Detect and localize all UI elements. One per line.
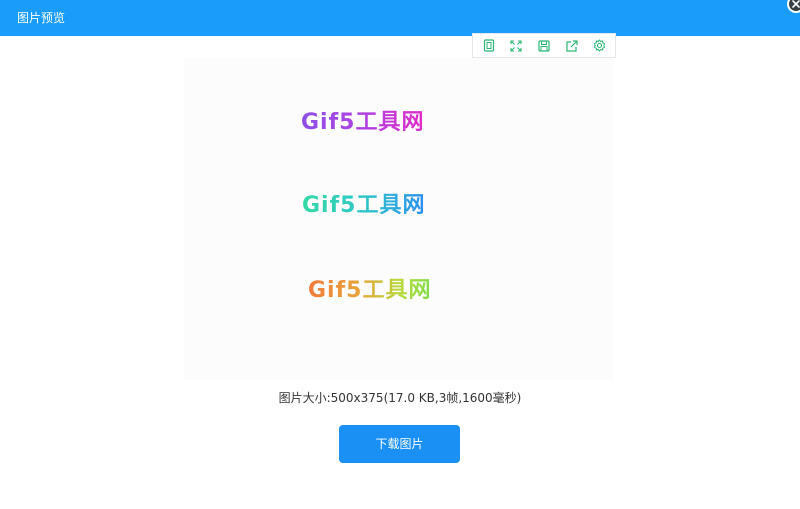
dialog-header: 图片预览 [0, 0, 800, 36]
settings-icon [593, 39, 605, 52]
dialog-title: 图片预览 [17, 11, 66, 25]
image-toolbar [472, 33, 616, 58]
preview-frame-text: Gif5工具网 [301, 104, 424, 136]
share-button[interactable] [562, 36, 582, 56]
image-preview: Gif5工具网 Gif5工具网 Gif5工具网 [184, 58, 614, 380]
fullscreen-icon [510, 39, 522, 52]
close-icon [792, 0, 800, 8]
preview-frame-text: Gif5工具网 [302, 187, 425, 219]
download-button[interactable]: 下载图片 [339, 425, 460, 463]
settings-button[interactable] [589, 36, 609, 56]
preview-frame-text: Gif5工具网 [308, 272, 431, 304]
save-icon [538, 39, 550, 52]
original-size-icon [483, 39, 494, 52]
share-icon [565, 39, 578, 52]
image-info: 图片大小:500x375(17.0 KB,3帧,1600毫秒) [278, 391, 522, 405]
fullscreen-button[interactable] [506, 36, 526, 56]
original-size-button[interactable] [479, 36, 499, 56]
save-button[interactable] [534, 36, 554, 56]
